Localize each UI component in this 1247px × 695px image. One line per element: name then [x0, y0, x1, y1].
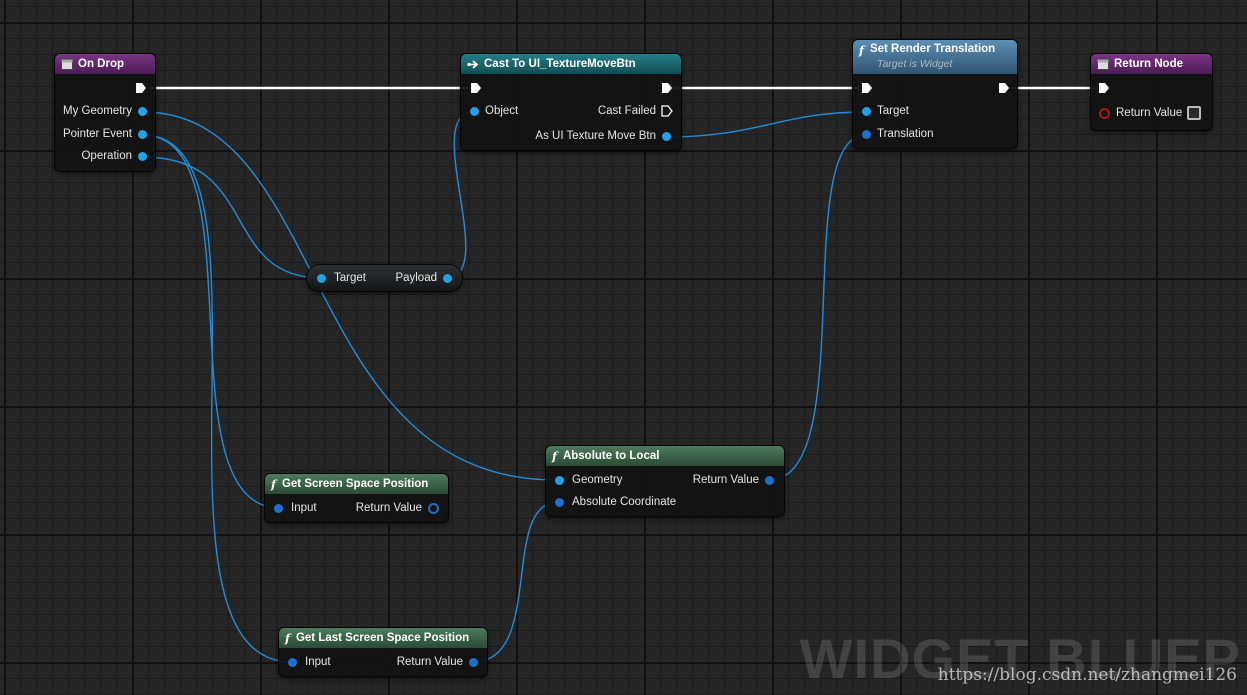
on-drop-header: On Drop: [55, 54, 155, 74]
payload-out-pin[interactable]: Payload: [395, 272, 452, 284]
cast-failed-label: Cast Failed: [597, 105, 656, 117]
cast-arrow-icon: [467, 59, 479, 70]
payload-getter-node[interactable]: Target Payload: [307, 265, 462, 291]
screen-pos-input-label: Input: [291, 502, 317, 514]
return-value-pin[interactable]: Return Value: [1099, 106, 1202, 120]
cast-header: Cast To UI_TextureMoveBtn: [461, 54, 681, 74]
last-pos-input-pin[interactable]: Input: [288, 656, 331, 668]
data-pin-icon: [765, 475, 774, 485]
bool-pin-icon: [1099, 107, 1110, 119]
screen-pos-header: f Get Screen Space Position: [265, 474, 448, 494]
function-icon: f: [859, 43, 864, 57]
target-label: Target: [877, 105, 909, 117]
object-label: Object: [485, 105, 519, 117]
function-icon: f: [552, 449, 557, 463]
screen-pos-return-pin[interactable]: Return Value: [356, 502, 439, 514]
last-screen-pos-title: Get Last Screen Space Position: [295, 632, 470, 644]
return-value-label: Return Value: [1116, 107, 1183, 119]
cast-failed-pin[interactable]: Cast Failed: [598, 105, 673, 117]
wire-operation-target: [142, 156, 323, 279]
data-pin-icon: [443, 273, 452, 283]
get-last-screen-space-position-node[interactable]: f Get Last Screen Space Position Input R…: [279, 628, 487, 676]
exec-outline-icon: [661, 105, 673, 117]
on-drop-node[interactable]: On Drop My Geometry Pointer Event Operat…: [55, 54, 155, 171]
object-pin[interactable]: Object: [470, 105, 518, 117]
data-pin-icon: [470, 106, 479, 116]
data-pin-icon: [469, 657, 478, 667]
data-pin-icon: [138, 129, 147, 139]
set-render-translation-node[interactable]: f Set Render Translation Target is Widge…: [853, 40, 1017, 148]
wire-asbtn-target: [664, 111, 867, 138]
data-pin-icon: [138, 106, 147, 116]
last-pos-return-label: Return Value: [396, 656, 463, 668]
pointer-event-pin[interactable]: Pointer Event: [63, 128, 147, 140]
wire-mygeometry-abslocal: [142, 111, 557, 481]
event-icon: [61, 58, 73, 70]
function-icon: f: [285, 631, 290, 645]
last-pos-input-label: Input: [305, 656, 331, 668]
exec-in-pin[interactable]: [1098, 82, 1110, 94]
get-screen-space-position-node[interactable]: f Get Screen Space Position Input Return…: [265, 474, 448, 522]
cast-title: Cast To UI_TextureMoveBtn: [484, 58, 636, 70]
abs-coord-pin[interactable]: Absolute Coordinate: [555, 496, 676, 508]
return-node[interactable]: Return Node Return Value: [1091, 54, 1212, 130]
screen-pos-input-pin[interactable]: Input: [274, 502, 317, 514]
exec-out-pin[interactable]: [135, 82, 147, 94]
exec-out-pin[interactable]: [661, 82, 673, 94]
last-pos-return-pin[interactable]: Return Value: [397, 656, 478, 668]
operation-label: Operation: [81, 150, 132, 162]
exec-in-pin[interactable]: [861, 82, 873, 94]
operation-pin[interactable]: Operation: [81, 150, 147, 162]
function-icon: f: [271, 477, 276, 491]
data-pin-icon: [555, 475, 564, 485]
geometry-label: Geometry: [572, 474, 623, 486]
pointer-event-label: Pointer Event: [62, 128, 132, 140]
data-pin-icon: [428, 502, 439, 514]
translation-label: Translation: [877, 128, 934, 140]
set-render-title: Set Render Translation: [869, 43, 996, 55]
abs-coord-label: Absolute Coordinate: [572, 496, 677, 508]
absolute-to-local-node[interactable]: f Absolute to Local Geometry Absolute Co…: [546, 446, 784, 516]
my-geometry-pin[interactable]: My Geometry: [63, 105, 147, 117]
abs-to-local-title: Absolute to Local: [562, 450, 660, 462]
data-pin-icon: [862, 106, 871, 116]
event-icon: [1097, 58, 1109, 70]
last-screen-pos-header: f Get Last Screen Space Position: [279, 628, 487, 648]
data-pin-icon: [288, 657, 297, 667]
geometry-pin[interactable]: Geometry: [555, 474, 623, 486]
data-pin-icon: [862, 129, 871, 139]
wire-absreturn-translation: [768, 134, 867, 481]
translation-pin[interactable]: Translation: [862, 128, 933, 140]
abs-return-label: Return Value: [692, 474, 759, 486]
data-pin-icon: [317, 273, 326, 283]
exec-in-pin[interactable]: [470, 82, 482, 94]
as-btn-pin[interactable]: As UI Texture Move Btn: [535, 130, 671, 142]
screen-pos-title: Get Screen Space Position: [281, 478, 429, 490]
payload-target-label: Target: [334, 272, 366, 284]
cast-node[interactable]: Cast To UI_TextureMoveBtn Object Cast Fa…: [461, 54, 681, 150]
data-pin-icon: [138, 151, 147, 161]
payload-target-pin[interactable]: Target: [317, 272, 366, 284]
return-node-header: Return Node: [1091, 54, 1212, 74]
set-render-subtitle: Target is Widget: [877, 58, 953, 70]
return-node-title: Return Node: [1114, 58, 1183, 70]
wire-pointer-lastpos: [142, 134, 293, 663]
my-geometry-label: My Geometry: [62, 105, 132, 117]
source-url-watermark: https://blog.csdn.net/zhangmei126: [937, 665, 1237, 685]
data-pin-icon: [662, 131, 671, 141]
data-pin-icon: [274, 503, 283, 513]
return-checkbox[interactable]: [1187, 106, 1202, 120]
abs-to-local-header: f Absolute to Local: [546, 446, 784, 466]
exec-out-pin[interactable]: [998, 82, 1010, 94]
screen-pos-return-label: Return Value: [355, 502, 422, 514]
payload-label: Payload: [395, 272, 437, 284]
on-drop-title: On Drop: [78, 58, 124, 70]
target-pin[interactable]: Target: [862, 105, 909, 117]
abs-return-pin[interactable]: Return Value: [693, 474, 774, 486]
data-pin-icon: [555, 497, 564, 507]
as-btn-label: As UI Texture Move Btn: [535, 130, 656, 142]
